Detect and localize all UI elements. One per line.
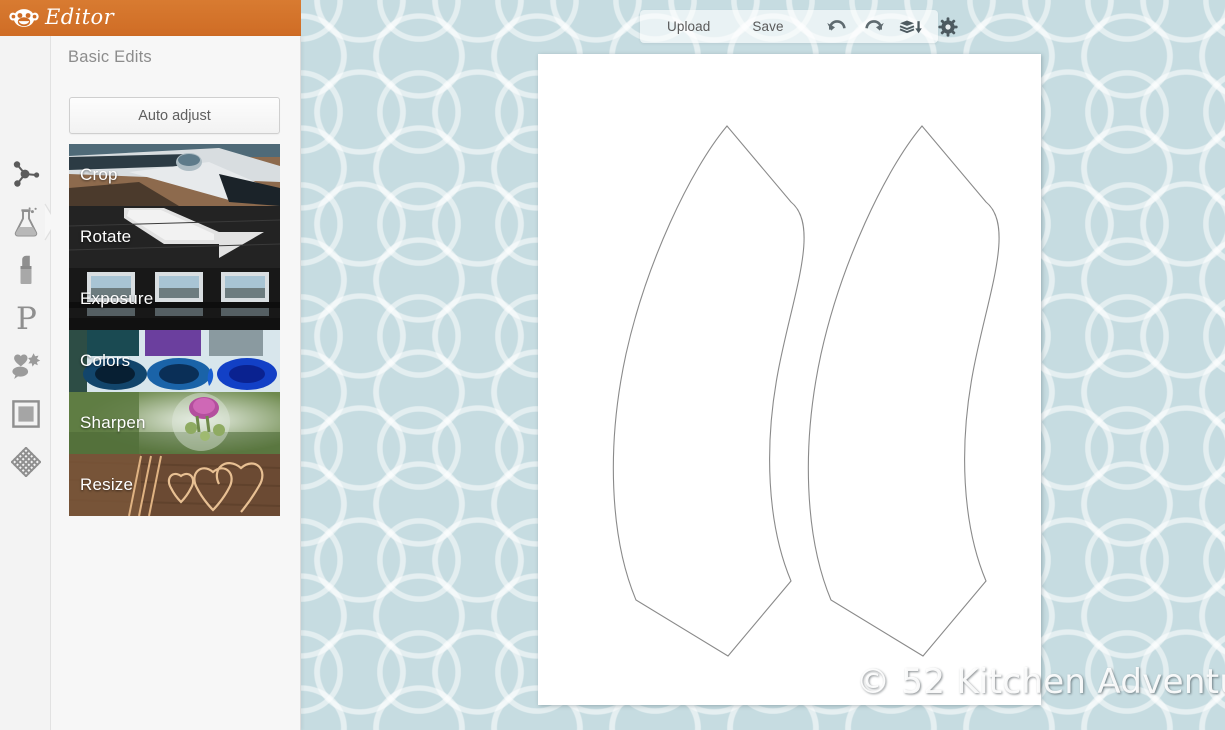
tool-icon-rail: P — [0, 36, 57, 730]
edit-item-exposure[interactable]: Exposure — [69, 268, 280, 330]
gear-icon[interactable] — [937, 16, 958, 37]
edit-options-list: Crop Rotate Exposure Colors Sharpen Resi… — [69, 144, 280, 516]
flask-icon — [14, 207, 37, 237]
rail-item-basic-edits[interactable] — [0, 150, 51, 198]
rail-item-frames[interactable] — [0, 390, 51, 438]
undo-arrow-icon[interactable] — [826, 18, 848, 36]
save-button[interactable]: Save — [752, 19, 783, 34]
rail-item-text[interactable]: P — [0, 294, 51, 342]
basic-edits-panel: Basic Edits Auto adjust Crop Rotate Expo… — [51, 36, 301, 730]
diamond-grid-icon — [10, 447, 41, 477]
brand-bar: Editor — [0, 0, 301, 36]
heart-starburst-speech-icon — [11, 353, 40, 379]
left-shell: Editor P Basic Edits Auto adjust Crop Ro… — [0, 0, 301, 730]
paint-palette-photo — [69, 330, 280, 392]
wooden-hearts-photo — [69, 454, 280, 516]
edit-item-rotate[interactable]: Rotate — [69, 206, 280, 268]
floating-toolbar: Upload Save — [640, 10, 958, 43]
monkey-face-icon — [9, 9, 39, 27]
molecule-icon — [13, 161, 39, 187]
brand-name: Editor — [45, 4, 115, 29]
cupcake-wrapper-template-artwork — [612, 125, 1000, 657]
upload-button[interactable]: Upload — [667, 19, 710, 34]
photo-canvas[interactable] — [538, 54, 1041, 705]
auto-adjust-button[interactable]: Auto adjust — [69, 97, 280, 134]
scissors-photo — [69, 144, 280, 206]
letter-p-icon: P — [16, 303, 37, 333]
square-frame-icon — [11, 400, 40, 428]
picmonkey-editor-window: © 52 Kitchen Adventures Upload Save — [0, 0, 1225, 730]
arrow-pavement-photo — [69, 206, 280, 268]
windows-photo — [69, 268, 280, 330]
panel-title: Basic Edits — [68, 48, 152, 66]
redo-arrow-icon[interactable] — [863, 18, 885, 36]
layers-download-icon[interactable] — [899, 18, 923, 36]
rail-item-effects[interactable] — [0, 198, 51, 246]
svg-text:P: P — [16, 303, 37, 333]
edit-item-crop[interactable]: Crop — [69, 144, 280, 206]
rail-item-touch-up[interactable] — [0, 246, 51, 294]
canvas-area: © 52 Kitchen Adventures Upload Save — [301, 0, 1225, 730]
edit-item-resize[interactable]: Resize — [69, 454, 280, 516]
rail-item-textures[interactable] — [0, 438, 51, 486]
edit-item-colors[interactable]: Colors — [69, 330, 280, 392]
edit-item-sharpen[interactable]: Sharpen — [69, 392, 280, 454]
lipstick-icon — [20, 255, 31, 284]
rail-item-overlays[interactable] — [0, 342, 51, 390]
thistle-flower-photo — [69, 392, 280, 454]
